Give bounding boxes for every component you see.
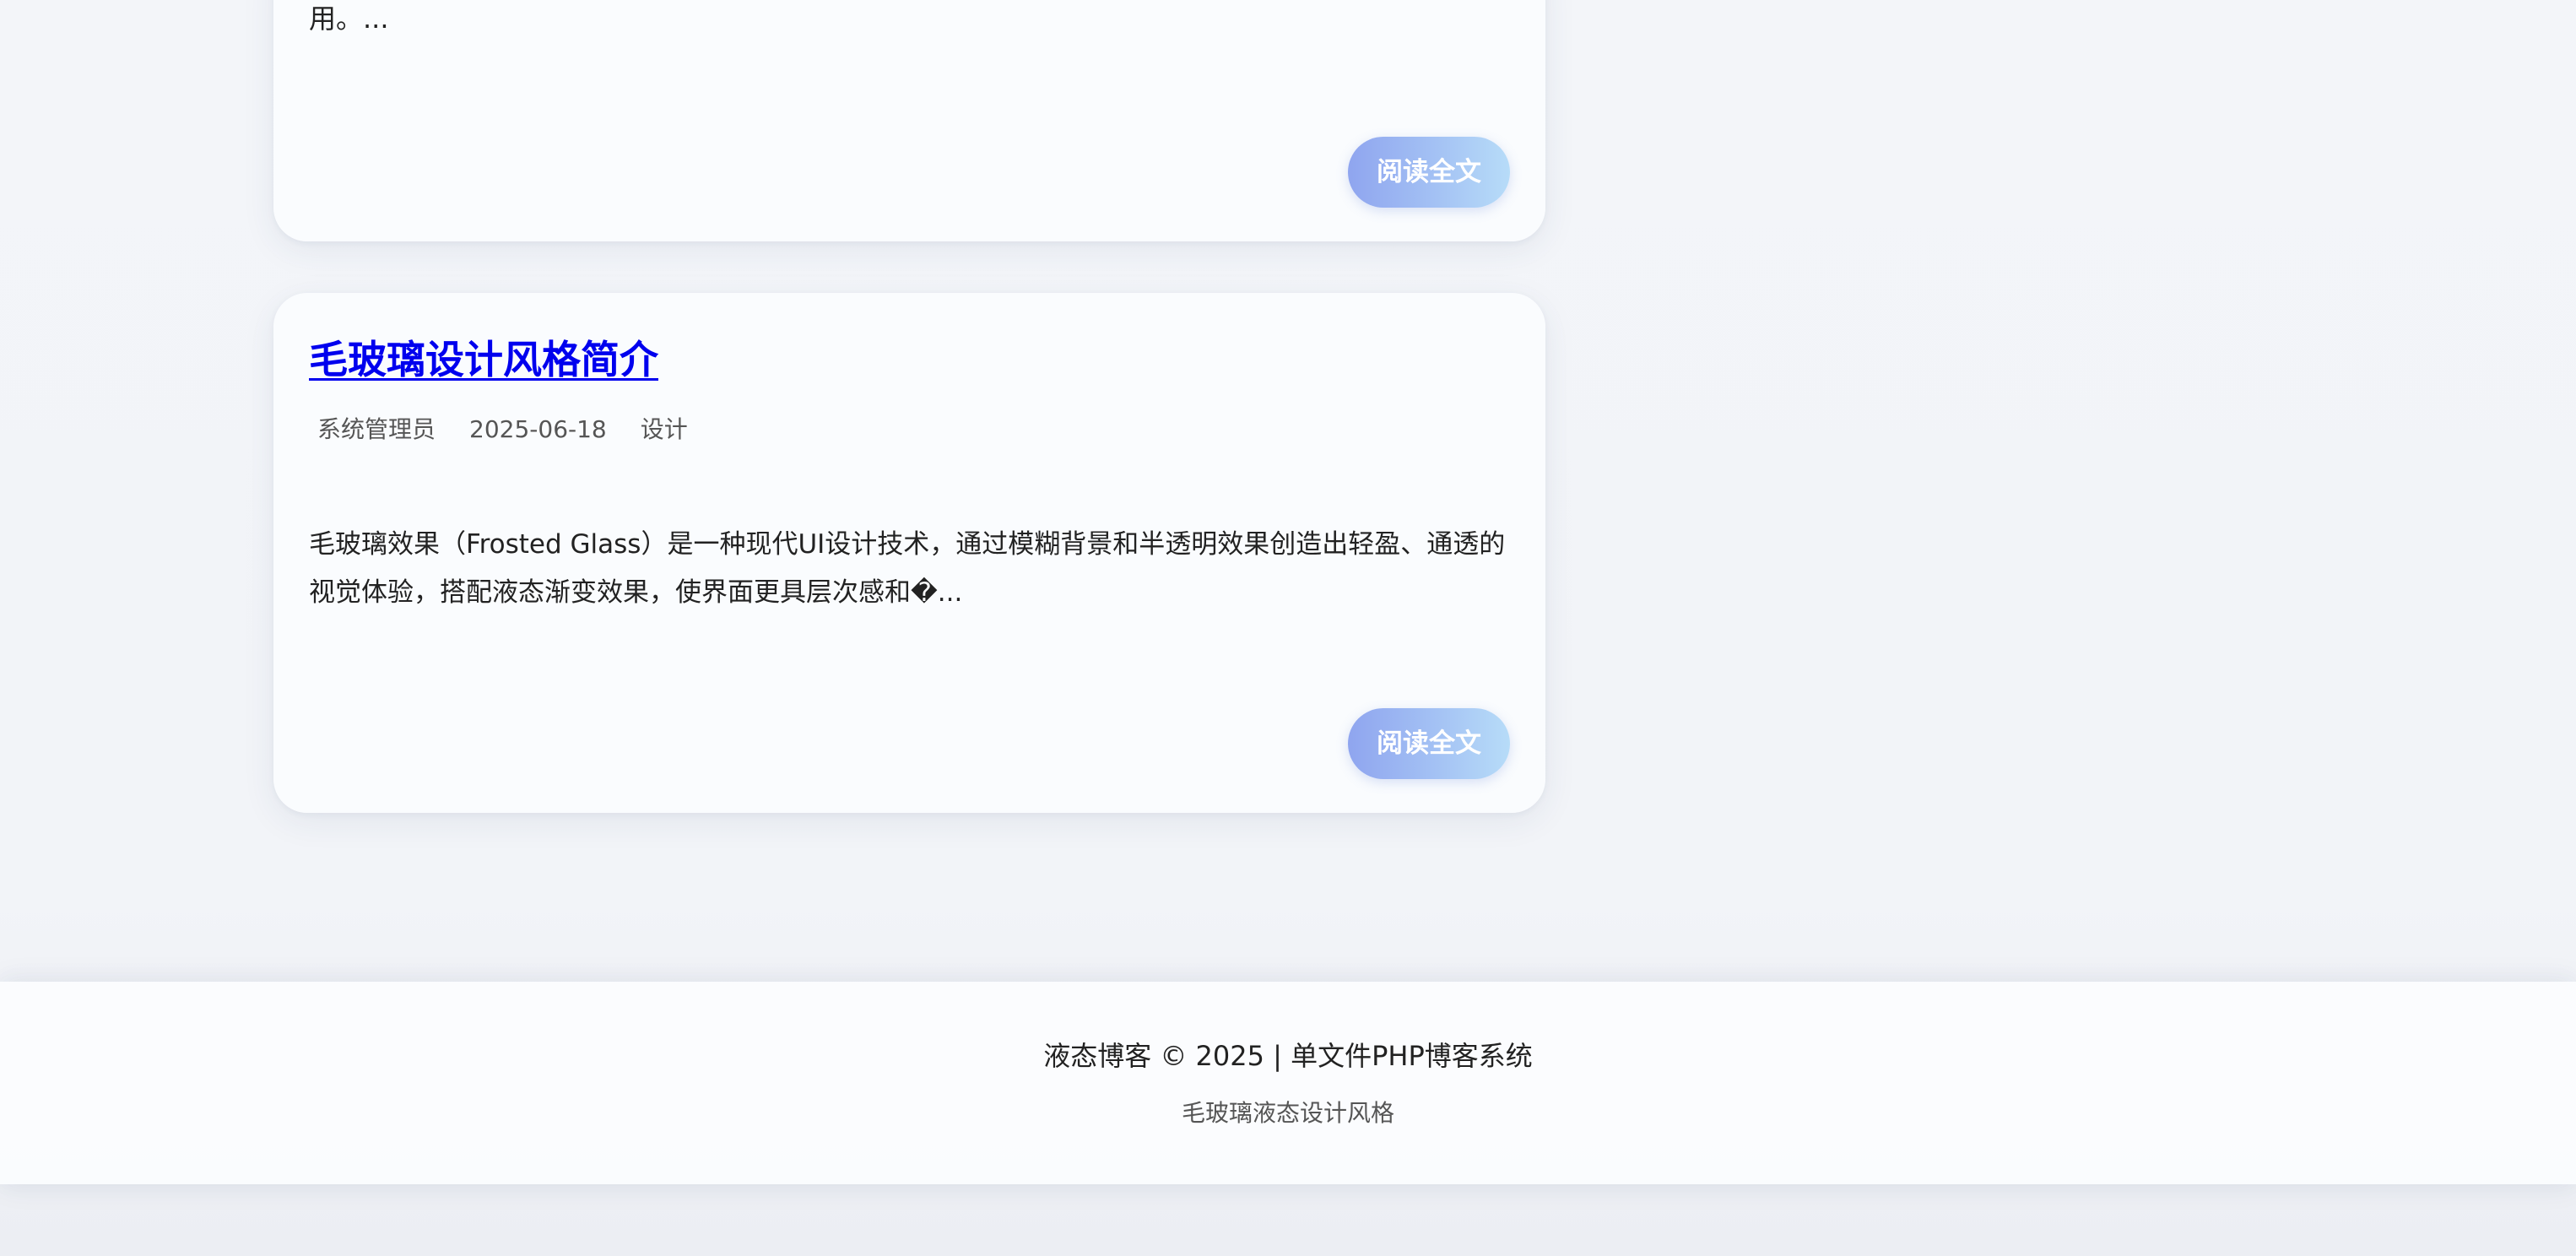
read-more-button[interactable]: 阅读全文 xyxy=(1348,708,1510,779)
post-category: 设计 xyxy=(640,415,688,443)
read-more-button[interactable]: 阅读全文 xyxy=(1348,137,1510,208)
post-date: 2025-06-18 xyxy=(469,415,607,443)
post-card: 毛玻璃设计风格简介 系统管理员 2025-06-18 设计 毛玻璃效果（Fros… xyxy=(273,293,1545,813)
post-excerpt: 毛玻璃效果（Frosted Glass）是一种现代UI设计技术，通过模糊背景和半… xyxy=(309,529,1506,608)
post-author: 系统管理员 xyxy=(317,415,436,443)
post-card: 用。... 阅读全文 xyxy=(273,0,1545,241)
site-footer: 液态博客 © 2025 | 单文件PHP博客系统 毛玻璃液态设计风格 xyxy=(0,982,2576,1184)
footer-tagline: 毛玻璃液态设计风格 xyxy=(1181,1099,1394,1127)
post-excerpt: 用。... xyxy=(309,3,389,35)
post-meta: 系统管理员 2025-06-18 设计 xyxy=(317,413,688,447)
footer-copyright: 液态博客 © 2025 | 单文件PHP博客系统 xyxy=(1043,1040,1533,1072)
post-title-link[interactable]: 毛玻璃设计风格简介 xyxy=(309,333,658,386)
